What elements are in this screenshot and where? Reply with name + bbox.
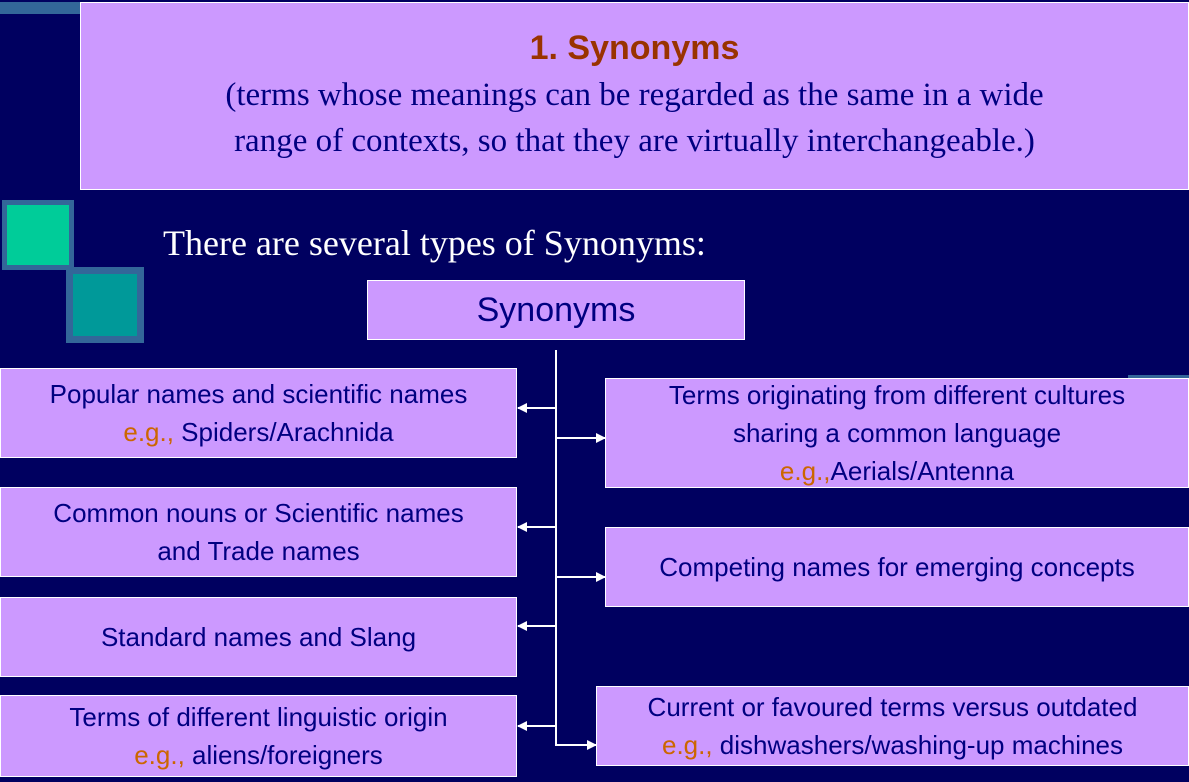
example-marker: e.g., [779,456,831,486]
node-example: aliens/foreigners [184,740,383,770]
node-current-outdated: Current or favoured terms versus outdate… [596,686,1189,766]
example-marker: e.g., [123,417,174,447]
node-standard-slang: Standard names and Slang [0,597,517,677]
node-linguistic-origin: Terms of different linguistic origin e.g… [0,695,517,777]
node-label: Popular names and scientific names [49,379,468,409]
example-marker: e.g., [661,730,713,760]
node-label: Standard names and Slang [100,622,417,652]
node-label: Current or favoured terms versus outdate… [647,692,1138,722]
node-cultures: Terms originating from different culture… [605,378,1189,488]
node-popular-scientific: Popular names and scientific names e.g.,… [0,368,517,458]
node-example: Aerials/Antenna [830,456,1015,486]
node-example: Spiders/Arachnida [173,417,394,447]
node-emerging-concepts: Competing names for emerging concepts [605,527,1189,607]
node-example: dishwashers/washing-up machines [712,730,1124,760]
example-marker: e.g., [134,740,185,770]
node-label: Terms of different linguistic origin [69,702,448,732]
node-common-trade: Common nouns or Scientific names and Tra… [0,487,517,577]
node-label: Common nouns or Scientific names [53,498,464,528]
node-label: Terms originating from different culture… [668,380,1126,410]
node-label: and Trade names [157,536,360,566]
node-label: sharing a common language [732,418,1062,448]
node-label: Competing names for emerging concepts [659,552,1135,582]
